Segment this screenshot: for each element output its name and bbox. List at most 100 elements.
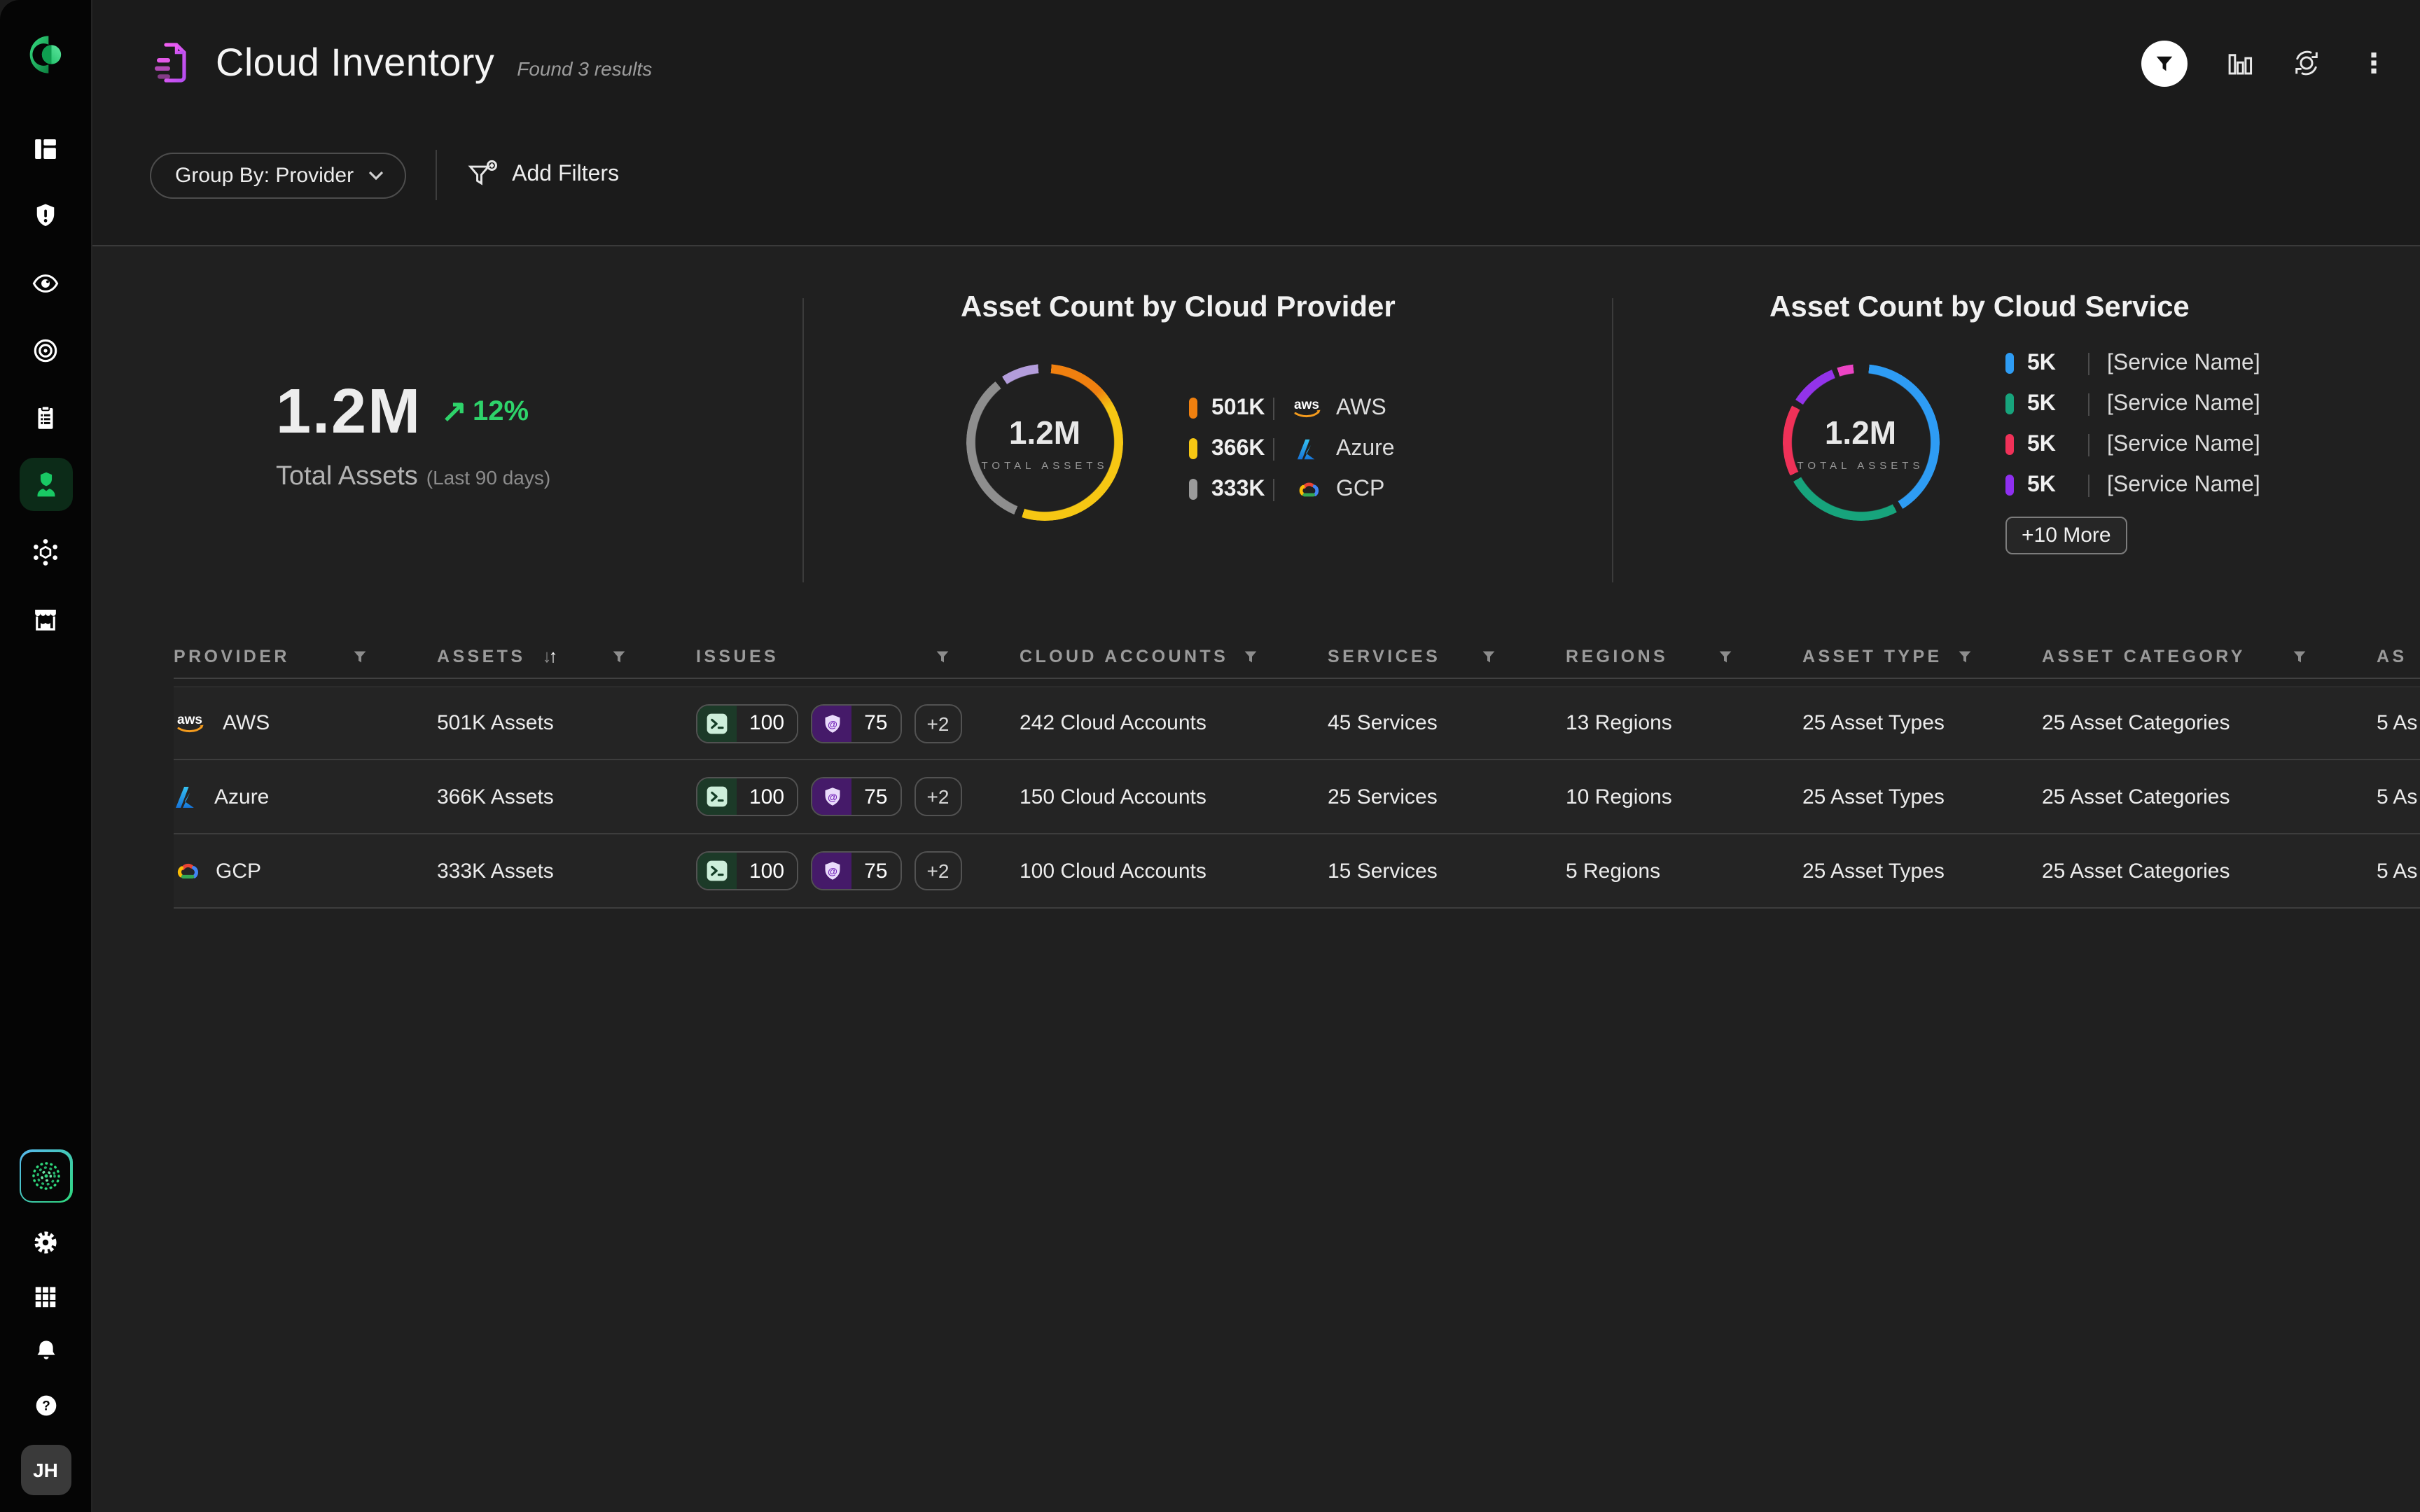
cloud-inventory-app: ? JH Cloud Inventory Found 3 results [0, 0, 2420, 1512]
legend-marker [2005, 353, 2013, 374]
legend-item-aws[interactable]: 501K aws AWS [1189, 388, 1395, 428]
provider-legend: 501K aws AWS [1189, 388, 1395, 510]
column-filter-icon[interactable] [936, 649, 950, 663]
donut-center-label: TOTAL ASSETS [982, 458, 1108, 471]
terminal-issues-badge[interactable]: 100 [696, 851, 798, 890]
refresh-button[interactable] [2291, 48, 2322, 78]
legend-marker [1189, 398, 1197, 419]
legend-item-service[interactable]: 5K [Service Name] [2005, 424, 2260, 465]
column-filter-icon[interactable] [1958, 649, 1972, 663]
sidebar-item-targets[interactable] [12, 316, 79, 384]
col-issues: ISSUES [696, 646, 1020, 666]
column-filter-icon[interactable] [1244, 649, 1258, 663]
asset-category-cell: 25 Asset Categories [2042, 859, 2377, 883]
filter-plus-icon [466, 160, 499, 190]
services-cell: 25 Services [1328, 785, 1566, 808]
sidebar-item-alerts[interactable] [12, 182, 79, 249]
column-filter-icon[interactable] [1482, 649, 1496, 663]
filter-button[interactable] [2141, 40, 2188, 86]
svg-text:@: @ [827, 792, 837, 803]
terminal-icon [697, 853, 737, 889]
assets-cell: 366K Assets [437, 785, 696, 808]
overflow-menu-button[interactable] [2358, 48, 2389, 78]
service-legend: 5K [Service Name] 5K [Service Name] [2005, 343, 2260, 505]
truncated-cell: 5 As [2377, 859, 2420, 883]
terminal-issues-badge[interactable]: 100 [696, 777, 798, 816]
legend-marker [2005, 475, 2013, 496]
more-issues-badge[interactable]: +2 [914, 704, 961, 743]
legend-divider [2087, 393, 2089, 415]
sidebar-item-ai[interactable] [19, 1149, 72, 1203]
badge-value: 100 [737, 778, 797, 815]
user-avatar[interactable]: JH [20, 1445, 71, 1495]
column-filter-icon[interactable] [612, 649, 626, 663]
badge-value: 100 [737, 705, 797, 741]
service-donut-chart[interactable]: 1.2M TOTAL ASSETS [1782, 364, 1939, 521]
topbar-actions [2141, 40, 2389, 86]
asset-category-cell: 25 Asset Categories [2042, 711, 2377, 735]
more-issues-badge[interactable]: +2 [914, 851, 961, 890]
legend-divider [1273, 478, 1274, 500]
legend-item-gcp[interactable]: 333K GCP [1189, 469, 1395, 510]
sidebar-item-cloud-inventory[interactable] [19, 458, 72, 511]
column-filter-icon[interactable] [353, 649, 367, 663]
issues-cell: 100 @ 75 +2 [696, 704, 1020, 743]
legend-item-service[interactable]: 5K [Service Name] [2005, 465, 2260, 505]
legend-divider [2087, 352, 2089, 374]
bell-icon [32, 1337, 60, 1365]
service-chart-title: Asset Count by Cloud Service [1769, 291, 2190, 325]
help-icon: ? [32, 1392, 60, 1420]
legend-item-service[interactable]: 5K [Service Name] [2005, 343, 2260, 384]
molecule-icon [31, 537, 60, 566]
help-button[interactable]: ? [30, 1390, 61, 1421]
sidebar-item-marketplace[interactable] [12, 585, 79, 652]
sort-icon[interactable]: ↓↑ [542, 645, 555, 666]
aws-logo: aws [174, 711, 209, 735]
asset-type-cell: 25 Asset Types [1802, 785, 2042, 808]
ai-spiral-icon [27, 1158, 64, 1194]
app-logo-icon[interactable] [25, 34, 67, 76]
shield-issues-badge[interactable]: @ 75 [811, 851, 901, 890]
badge-value: 100 [737, 853, 797, 889]
legend-marker [2005, 393, 2013, 414]
more-services-button[interactable]: +10 More [2005, 517, 2128, 554]
provider-donut-chart[interactable]: 1.2M TOTAL ASSETS [966, 364, 1123, 521]
shield-alert-icon [31, 201, 60, 230]
sidebar-item-compliance[interactable] [12, 384, 79, 451]
legend-item-azure[interactable]: 366K Azure [1189, 428, 1395, 469]
sidebar-item-visibility[interactable] [12, 249, 79, 316]
chart-view-button[interactable] [2224, 48, 2255, 78]
assets-cell: 333K Assets [437, 859, 696, 883]
shield-issues-badge[interactable]: @ 75 [811, 704, 901, 743]
svg-text:@: @ [827, 718, 837, 729]
grid-icon [32, 1283, 59, 1310]
service-chart-panel: Asset Count by Cloud Service 1.2M TOTAL … [1613, 246, 2420, 622]
table-body: aws AWS 501K Assets [174, 686, 2420, 909]
issues-cell: 100 @ 75 +2 [696, 777, 1020, 816]
sidebar-item-threats[interactable] [12, 518, 79, 585]
inventory-doc-icon [151, 41, 193, 85]
column-filter-icon[interactable] [2293, 649, 2307, 663]
asset-type-cell: 25 Asset Types [1802, 711, 2042, 735]
table-row-azure[interactable]: Azure 366K Assets 100 [174, 760, 2420, 834]
legend-item-service[interactable]: 5K [Service Name] [2005, 384, 2260, 424]
add-filters-button[interactable]: Add Filters [466, 160, 619, 190]
apps-button[interactable] [30, 1281, 61, 1312]
trend-up-icon: ↗ [441, 393, 467, 430]
col-regions: REGIONS [1566, 646, 1802, 666]
settings-button[interactable] [30, 1226, 61, 1257]
column-filter-icon[interactable] [1718, 649, 1732, 663]
table-row-gcp[interactable]: GCP 333K Assets 100 [174, 834, 2420, 909]
sync-icon [2291, 48, 2322, 78]
shield-issues-badge[interactable]: @ 75 [811, 777, 901, 816]
terminal-issues-badge[interactable]: 100 [696, 704, 798, 743]
eye-icon [31, 268, 60, 298]
more-issues-badge[interactable]: +2 [914, 777, 961, 816]
asset-category-cell: 25 Asset Categories [2042, 785, 2377, 808]
legend-value: 333K [1211, 477, 1273, 502]
notifications-button[interactable] [30, 1336, 61, 1366]
col-cloud-accounts: CLOUD ACCOUNTS [1020, 646, 1328, 666]
table-row-aws[interactable]: aws AWS 501K Assets [174, 686, 2420, 760]
sidebar-item-dashboards[interactable] [12, 115, 79, 182]
group-by-dropdown[interactable]: Group By: Provider [150, 152, 405, 198]
